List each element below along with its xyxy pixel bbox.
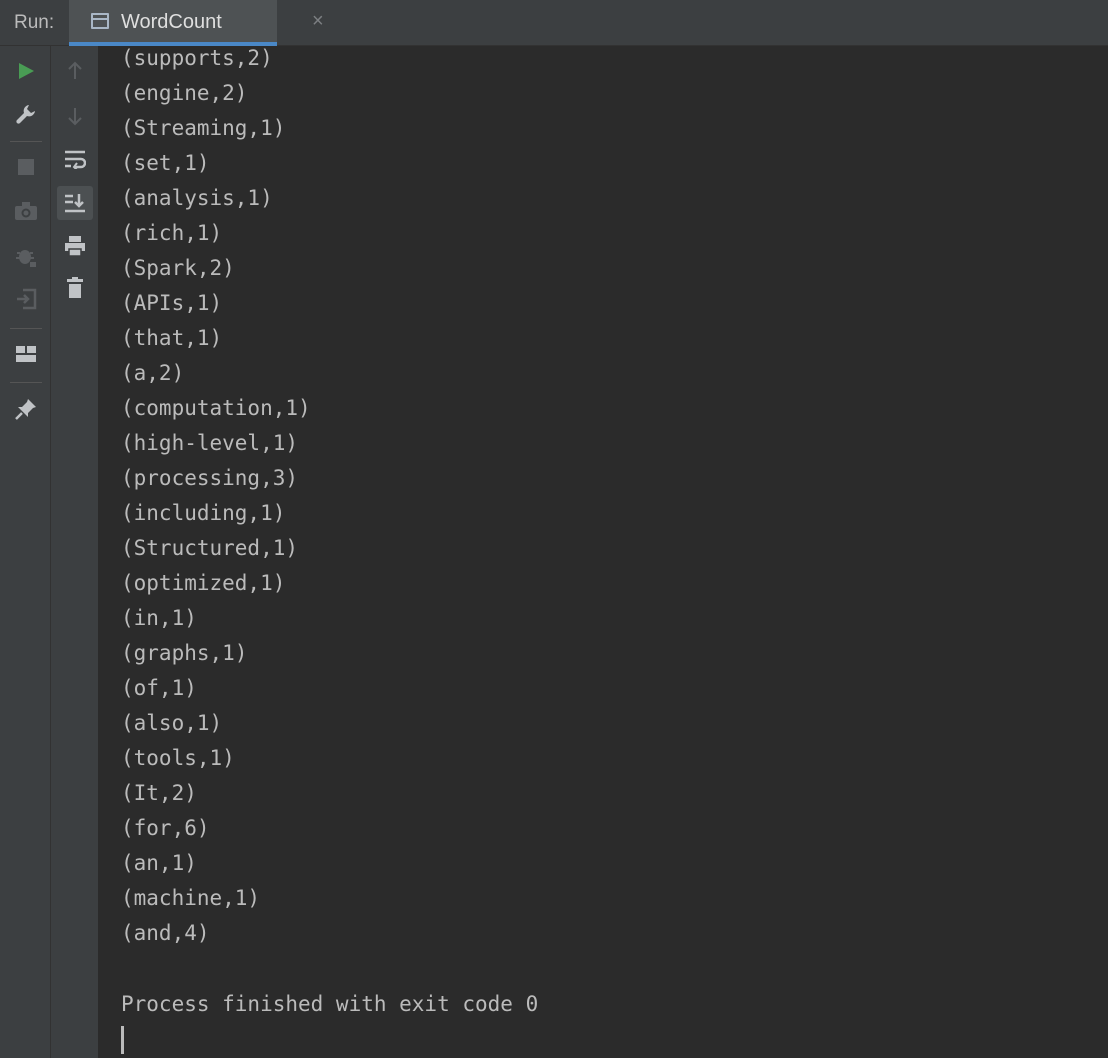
console-line: (and,4)	[121, 921, 210, 945]
console-line: (computation,1)	[121, 396, 311, 420]
console-window-icon	[91, 13, 109, 29]
console-line: (It,2)	[121, 781, 197, 805]
console-line: (rich,1)	[121, 221, 223, 245]
toolbar-separator	[10, 328, 42, 329]
stop-icon[interactable]	[11, 152, 41, 182]
layout-icon[interactable]	[11, 339, 41, 369]
console-line: (processing,3)	[121, 466, 299, 490]
toolbar-separator	[10, 382, 42, 383]
tab-wordcount[interactable]: WordCount ×	[69, 0, 324, 46]
process-finished-message: Process finished with exit code 0	[121, 992, 539, 1016]
console-line: (of,1)	[121, 676, 197, 700]
run-toolbar-secondary	[51, 46, 99, 1058]
print-icon[interactable]	[60, 231, 90, 261]
rerun-icon[interactable]	[11, 56, 41, 86]
toolbar-separator	[10, 141, 42, 142]
console-line: (in,1)	[121, 606, 197, 630]
console-line: (high-level,1)	[121, 431, 299, 455]
down-arrow-icon[interactable]	[60, 101, 90, 131]
console-output[interactable]: (supports,2) (engine,2) (Streaming,1) (s…	[99, 46, 1108, 1058]
up-arrow-icon[interactable]	[60, 56, 90, 86]
console-line: (supports,2)	[121, 46, 273, 70]
console-line: (Streaming,1)	[121, 116, 286, 140]
run-tool-window: Run: WordCount × (supports,2) (engine,2)…	[0, 0, 1108, 1058]
console-line: (a,2)	[121, 361, 185, 385]
console-line: (graphs,1)	[121, 641, 248, 665]
close-tab-icon[interactable]: ×	[312, 10, 324, 33]
console-line: (an,1)	[121, 851, 197, 875]
console-line: (engine,2)	[121, 81, 248, 105]
camera-icon[interactable]	[11, 196, 41, 226]
run-tab-bar: Run: WordCount ×	[0, 0, 1108, 46]
text-cursor	[121, 1026, 124, 1054]
console-line: (analysis,1)	[121, 186, 273, 210]
wrench-icon[interactable]	[11, 99, 41, 129]
console-line: (including,1)	[121, 501, 286, 525]
soft-wrap-icon[interactable]	[60, 144, 90, 174]
trash-icon[interactable]	[60, 273, 90, 303]
scroll-to-end-icon[interactable]	[57, 186, 93, 220]
run-label: Run:	[14, 12, 55, 33]
console-line: (machine,1)	[121, 886, 261, 910]
console-line: (tools,1)	[121, 746, 235, 770]
console-line: (for,6)	[121, 816, 210, 840]
console-line: (set,1)	[121, 151, 210, 175]
console-line: (that,1)	[121, 326, 223, 350]
console-line: (APIs,1)	[121, 291, 223, 315]
console-line: (Structured,1)	[121, 536, 299, 560]
run-toolbar-primary	[0, 46, 51, 1058]
console-line: (Spark,2)	[121, 256, 235, 280]
pin-icon[interactable]	[11, 394, 41, 424]
tab-title: WordCount	[121, 11, 222, 33]
exit-icon[interactable]	[11, 284, 41, 314]
debug-icon[interactable]	[11, 241, 41, 271]
console-line: (also,1)	[121, 711, 223, 735]
console-line: (optimized,1)	[121, 571, 286, 595]
